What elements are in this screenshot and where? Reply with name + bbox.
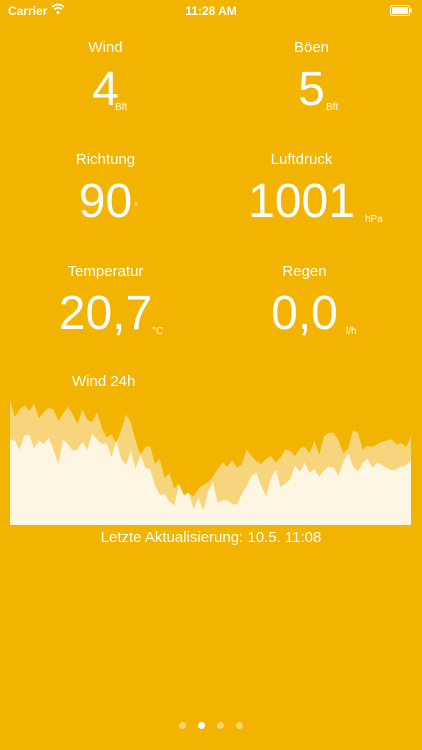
status-bar: Carrier 11:28 AM (0, 0, 422, 22)
rain-value: 0,0 (271, 287, 338, 340)
pressure-unit: hPa (365, 214, 383, 225)
metric-pressure: Luftdruck 1001 hPa (196, 151, 407, 231)
clock: 11:28 AM (185, 4, 237, 18)
metric-direction: Richtung 90 ° (0, 151, 211, 231)
temperature-value: 20,7 (58, 287, 153, 340)
metric-rain: Regen 0,0 l/h (199, 263, 410, 343)
page-dot[interactable] (236, 722, 243, 729)
gusts-label: Böen (293, 39, 330, 56)
last-update-label: Letzte Aktualisierung: 10.5. 11:08 (100, 529, 322, 546)
temperature-label: Temperatur (67, 263, 144, 280)
gusts-unit: Bft (326, 102, 339, 113)
rain-unit: l/h (346, 326, 357, 337)
temperature-unit: °C (152, 326, 164, 337)
direction-value: 90 (78, 175, 133, 228)
page-dot[interactable] (217, 722, 224, 729)
rain-label: Regen (282, 263, 327, 280)
direction-label: Richtung (75, 151, 136, 168)
chart-title: Wind 24h (72, 373, 136, 390)
wind-label: Wind (88, 39, 123, 56)
wind-unit: Bft (115, 102, 128, 113)
battery-icon (390, 5, 412, 16)
pressure-value: 1001 (248, 175, 355, 228)
direction-unit: ° (134, 202, 138, 213)
metric-gusts: Böen 5 Bft (206, 39, 417, 119)
page-indicator[interactable] (0, 716, 422, 734)
pressure-label: Luftdruck (270, 151, 333, 168)
metric-temperature: Temperatur 20,7 °C (0, 263, 211, 343)
metric-wind: Wind 4 Bft (0, 39, 211, 119)
wind-24h-chart (10, 398, 411, 525)
page-dot[interactable] (198, 722, 205, 729)
page-dot[interactable] (179, 722, 186, 729)
gusts-value: 5 (298, 63, 325, 116)
